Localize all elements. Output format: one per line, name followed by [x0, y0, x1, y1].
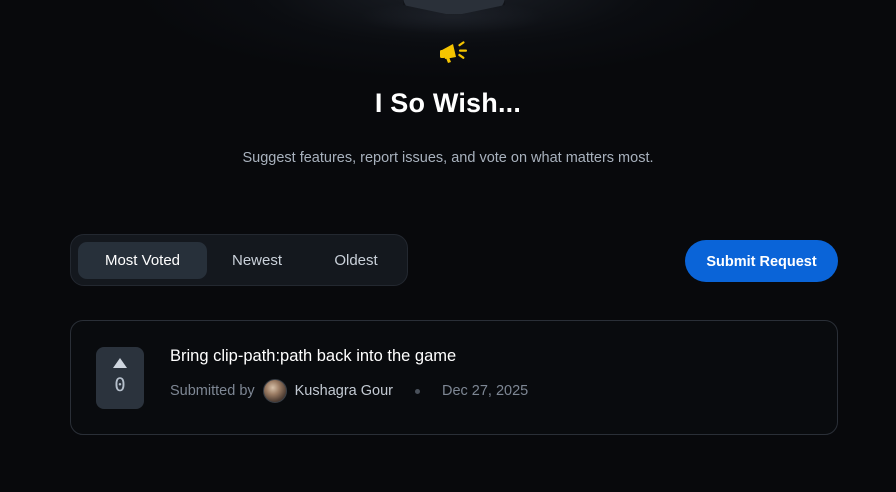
triangle-up-icon: [113, 358, 127, 368]
vote-count: 0: [114, 374, 126, 396]
request-title[interactable]: Bring clip-path:path back into the game: [170, 347, 456, 366]
author-name: Kushagra Gour: [294, 383, 393, 399]
page-subtitle: Suggest features, report issues, and vot…: [242, 150, 654, 166]
submitted-by-label: Submitted by: [170, 383, 255, 399]
submit-request-button[interactable]: Submit Request: [685, 240, 838, 282]
upvote-button[interactable]: 0: [96, 347, 144, 409]
sort-tabs: Most Voted Newest Oldest: [70, 234, 408, 286]
request-card[interactable]: 0 Bring clip-path:path back into the gam…: [70, 320, 838, 435]
page: I So Wish... Suggest features, report is…: [0, 0, 896, 492]
tab-most-voted[interactable]: Most Voted: [78, 242, 207, 279]
page-title: I So Wish...: [374, 88, 522, 118]
tab-newest[interactable]: Newest: [211, 242, 303, 279]
megaphone-icon: [440, 41, 467, 63]
separator-dot: [414, 388, 420, 394]
request-meta: Submitted by Kushagra Gour Dec 27, 2025: [170, 378, 528, 404]
tab-oldest[interactable]: Oldest: [309, 242, 403, 279]
avatar: [262, 379, 287, 403]
request-date: Dec 27, 2025: [441, 383, 529, 399]
